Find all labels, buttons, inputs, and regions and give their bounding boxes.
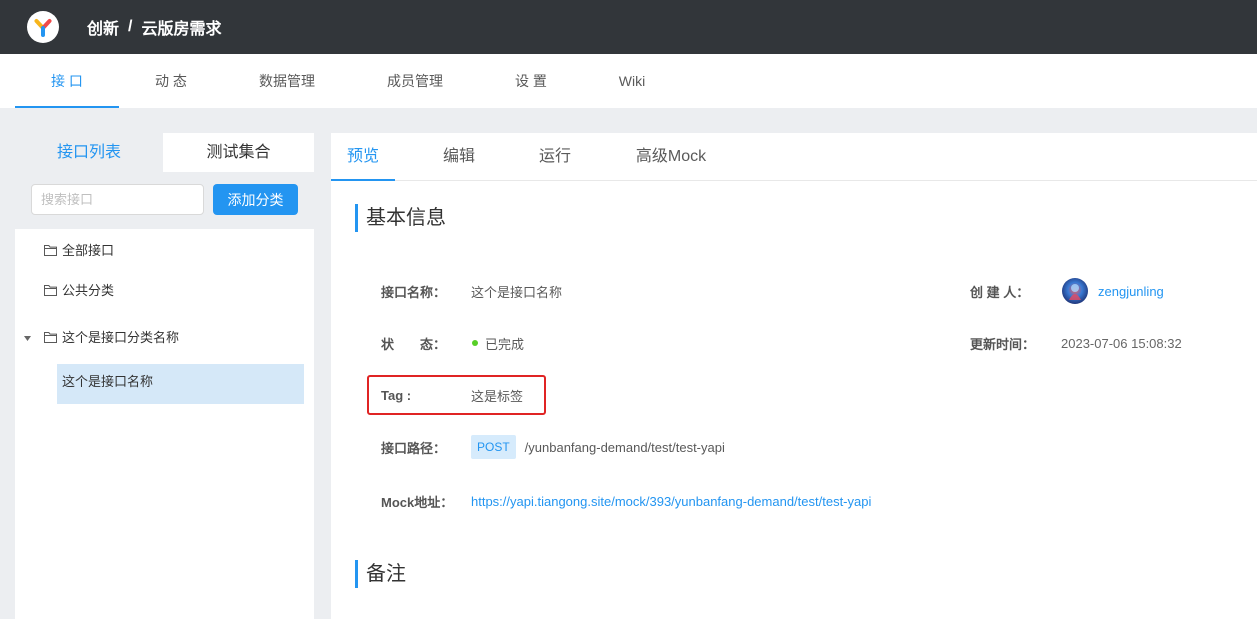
status-text: 已完成: [485, 336, 525, 352]
tab-advanced-mock[interactable]: 高级Mock: [619, 133, 723, 180]
creator-name-link[interactable]: zengjunling: [1098, 284, 1164, 299]
creator-value: zengjunling: [1061, 276, 1164, 306]
status-value: 已完成: [471, 328, 524, 358]
interface-sidebar: 接口列表 测试集合 添加分类 全部接口 公共分类 这个是接口分类名称 这个是接口…: [15, 133, 314, 619]
info-row-name: 接口名称： 这个是接口名称 创 建 人： zengjunling: [331, 276, 1257, 306]
tag-label: Tag :: [381, 387, 412, 403]
updated-time-value: 2023-07-06 15:08:32: [1061, 335, 1182, 351]
breadcrumb-separator: /: [128, 18, 133, 35]
path-label: 接口路径：: [381, 440, 447, 456]
info-row-tag: Tag : 这是标签: [331, 380, 1257, 410]
tree-item-label: 公共分类: [62, 283, 115, 298]
sidebar-tabs: 接口列表 测试集合: [15, 133, 314, 172]
info-row-path: 接口路径： POST /yunbanfang-demand/test/test-…: [331, 432, 1257, 462]
search-input[interactable]: [31, 184, 204, 215]
tag-value: 这是标签: [471, 388, 524, 404]
folder-icon: [44, 285, 57, 296]
breadcrumb-group[interactable]: 创新: [87, 15, 119, 39]
mock-url-value: https://yapi.tiangong.site/mock/393/yunb…: [471, 486, 871, 516]
nav-tab-member-management[interactable]: 成员管理: [351, 54, 479, 108]
folder-icon: [44, 332, 57, 343]
interface-detail-panel: 预览 编辑 运行 高级Mock 基本信息 接口名称： 这个是接口名称 创 建 人…: [331, 133, 1257, 619]
top-header: 创新 / 云版房需求: [0, 0, 1257, 54]
tab-run[interactable]: 运行: [523, 133, 587, 180]
tree-item-all-interfaces[interactable]: 全部接口: [15, 231, 314, 271]
basic-info-title: 基本信息: [355, 204, 446, 232]
sidebar-tab-interface-list[interactable]: 接口列表: [15, 133, 163, 172]
tree-item-interface-selected[interactable]: 这个是接口名称: [57, 364, 304, 404]
folder-icon: [44, 245, 57, 256]
mock-url-label: Mock地址：: [381, 494, 454, 510]
mock-url-link[interactable]: https://yapi.tiangong.site/mock/393/yunb…: [471, 494, 871, 509]
yapi-logo-icon[interactable]: [27, 11, 59, 43]
remarks-title: 备注: [355, 560, 406, 588]
nav-tab-wiki[interactable]: Wiki: [583, 54, 681, 108]
tab-edit[interactable]: 编辑: [427, 133, 491, 180]
tree-item-label: 这个是接口分类名称: [62, 330, 180, 345]
nav-tab-interface[interactable]: 接 口: [15, 54, 119, 108]
info-row-status: 状 态： 已完成 更新时间： 2023-07-06 15:08:32: [331, 328, 1257, 358]
tree-item-category[interactable]: 这个是接口分类名称: [15, 318, 314, 358]
project-nav: 接 口 动 态 数据管理 成员管理 设 置 Wiki: [0, 54, 1257, 108]
path-text: /yunbanfang-demand/test/test-yapi: [524, 439, 725, 455]
sidebar-tab-test-collection[interactable]: 测试集合: [163, 133, 314, 172]
status-dot-icon: [472, 340, 478, 346]
creator-label: 创 建 人：: [970, 284, 1030, 300]
nav-tab-data-management[interactable]: 数据管理: [223, 54, 351, 108]
method-badge: POST: [471, 435, 516, 459]
info-row-mock: Mock地址： https://yapi.tiangong.site/mock/…: [331, 486, 1257, 516]
nav-tab-settings[interactable]: 设 置: [479, 54, 583, 108]
breadcrumb-project: 云版房需求: [141, 21, 222, 38]
nav-tab-activity[interactable]: 动 态: [119, 54, 223, 108]
tree-item-label: 全部接口: [62, 243, 115, 258]
caret-down-icon[interactable]: [24, 336, 31, 341]
add-category-button[interactable]: 添加分类: [213, 184, 298, 215]
status-label: 状 态：: [381, 336, 447, 352]
tab-preview[interactable]: 预览: [331, 133, 395, 181]
path-value: POST /yunbanfang-demand/test/test-yapi: [471, 432, 725, 462]
user-avatar-icon[interactable]: [1062, 278, 1088, 304]
interface-name-value: 这个是接口名称: [471, 284, 563, 300]
tree-item-public-category[interactable]: 公共分类: [15, 271, 314, 311]
sidebar-search-bar: 添加分类: [15, 172, 314, 229]
breadcrumb: 创新 / 云版房需求: [87, 0, 221, 54]
detail-tabs: 预览 编辑 运行 高级Mock: [331, 133, 1257, 181]
updated-time-label: 更新时间：: [970, 336, 1036, 352]
interface-name-label: 接口名称：: [381, 284, 447, 300]
